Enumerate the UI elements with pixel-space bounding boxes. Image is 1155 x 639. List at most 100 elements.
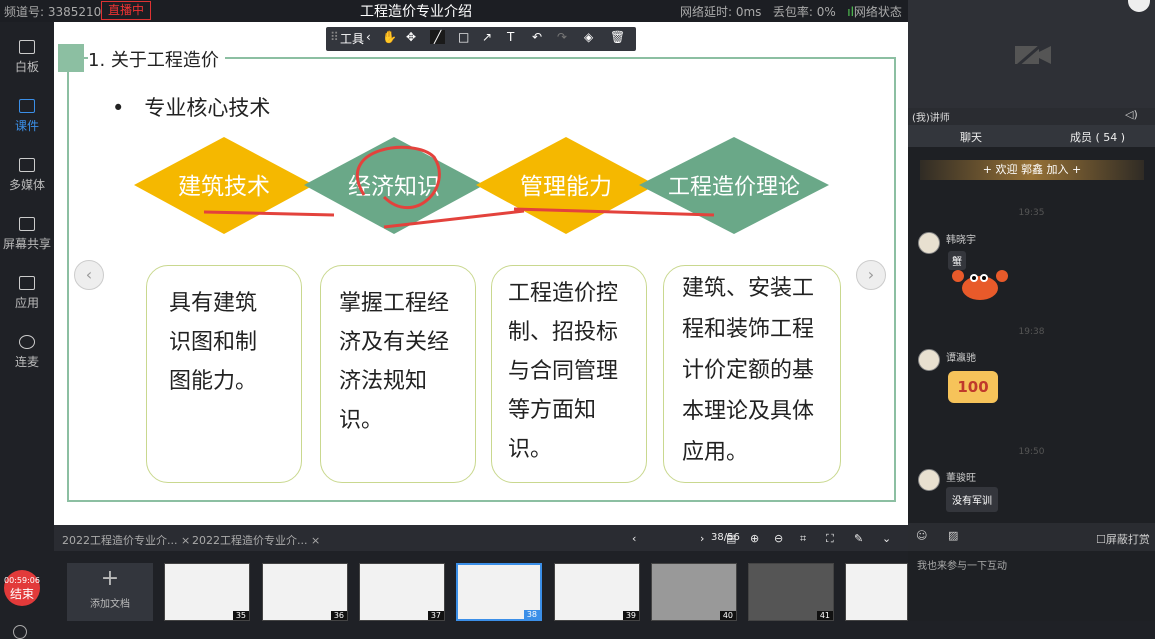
sidebar: 白板 课件 多媒体 屏幕共享 应用 连麦 00:59:06 结束 [0, 22, 54, 639]
end-live-button[interactable]: 00:59:06 结束 [4, 570, 40, 606]
chat-time: 19:35 [1018, 208, 1045, 218]
block-reward-checkbox[interactable]: ☐屏蔽打赏 [1096, 531, 1150, 547]
chat-username: 董骏旺 [946, 473, 976, 484]
doc-tab-2[interactable]: 2022工程造价专业介... × [192, 532, 320, 548]
sidebar-item-apps[interactable]: 应用 [0, 260, 54, 316]
play-icon [19, 158, 35, 172]
slide-heading: 1. 关于工程造价 [88, 46, 225, 72]
arrow-icon[interactable]: ↗ [482, 30, 492, 44]
slide-canvas[interactable]: 1. 关于工程造价 • 专业核心技术 ⠿ 工具 ‹ ✋ ✥ ╱ □ ↗ T ↶ … [54, 22, 908, 525]
annotation-toolbar: ⠿ 工具 ‹ ✋ ✥ ╱ □ ↗ T ↶ ↷ ◈ 🗑 [326, 27, 636, 51]
fit-icon[interactable]: ⌗ [800, 532, 806, 546]
diamond-label-2: 经济知识 [348, 174, 440, 200]
whiteboard-icon [19, 40, 35, 54]
pen-icon[interactable]: ╱ [430, 30, 446, 44]
redo-icon[interactable]: ↷ [557, 30, 567, 44]
live-badge: 直播中 [101, 1, 152, 20]
thumbnail-37[interactable]: 37 [359, 563, 445, 621]
chat-username: 谭瀛驰 [946, 353, 976, 364]
thumbnail-35[interactable]: 35 [164, 563, 250, 621]
speaker-icon[interactable]: ◁) [1125, 108, 1138, 121]
chat-time: 19:38 [1018, 327, 1045, 337]
avatar[interactable] [918, 349, 940, 371]
thumbnail-strip: + 添加文档 35 36 37 38 39 40 41 [54, 551, 908, 621]
move-icon[interactable]: ✥ [406, 30, 416, 44]
camera-off-icon [1015, 38, 1051, 68]
thumbnail-42[interactable] [845, 563, 908, 621]
diamond-label-1: 建筑技术 [178, 174, 270, 200]
eraser-icon[interactable]: ◈ [584, 30, 593, 44]
welcome-banner: + 欢迎 郭鑫 加入 + [920, 160, 1144, 180]
fullscreen-icon[interactable]: ⛶ [826, 532, 834, 546]
slide-bullet: • 专业核心技术 [112, 96, 271, 120]
courseware-icon [19, 99, 35, 113]
diamond-label-4: 工程造价理论 [668, 175, 800, 200]
thumbnail-36[interactable]: 36 [262, 563, 348, 621]
sidebar-item-media[interactable]: 多媒体 [0, 142, 54, 198]
tool-label: 工具 [340, 32, 365, 46]
avatar[interactable] [918, 232, 940, 254]
prev-page-icon[interactable]: ‹ [632, 532, 636, 545]
thumbnail-39[interactable]: 39 [554, 563, 640, 621]
chat-username: 韩晓宇 [946, 235, 976, 246]
avatar[interactable] [918, 469, 940, 491]
slide-tab-marker [58, 44, 84, 72]
network-status[interactable]: 网络状态 [854, 5, 902, 19]
chat-input[interactable]: 我也来参与一下互动 [908, 551, 1155, 621]
collapse-chevron-icon[interactable]: ‹ [366, 30, 371, 44]
tab-chat[interactable]: 聊天 [960, 129, 982, 145]
network-delay: 网络延时: 0ms [680, 5, 762, 19]
page-title: 工程造价专业介绍 [360, 4, 472, 20]
drag-handle-icon[interactable]: ⠿ [330, 30, 339, 44]
chat-list[interactable]: + 欢迎 郭鑫 加入 + 19:35 韩晓宇 蟹 19:38 谭瀛驰 100 1… [908, 147, 1155, 523]
emoji-icon[interactable]: ☺ [916, 529, 927, 542]
add-document-button[interactable]: + 添加文档 [67, 563, 153, 621]
crab-sticker-icon [952, 270, 1008, 300]
right-panel: (我)讲师 ◁) 聊天 成员 ( 54 ) + 欢迎 郭鑫 加入 + 19:35… [908, 0, 1155, 621]
score-100-sticker: 100 [948, 371, 998, 403]
content-box-3: 工程造价控 制、招投标 与合同管理 等方面知识。 [491, 265, 647, 483]
thumbnail-41[interactable]: 41 [748, 563, 834, 621]
content-box-1: 具有建筑 识图和制 图能力。 [146, 265, 302, 483]
apps-grid-icon [19, 276, 35, 290]
chat-message: 没有军训 [946, 487, 998, 512]
rectangle-icon[interactable]: □ [458, 30, 469, 44]
teacher-label: (我)讲师 [912, 113, 950, 124]
thumbnail-38[interactable]: 38 [456, 563, 542, 621]
thumbnail-40[interactable]: 40 [651, 563, 737, 621]
diamond-row: 建筑技术 经济知识 管理能力 工程造价理论 [134, 137, 829, 234]
phone-icon [19, 335, 35, 349]
sidebar-item-screen-share[interactable]: 屏幕共享 [0, 201, 54, 257]
undo-icon[interactable]: ↶ [532, 30, 542, 44]
hand-icon[interactable]: ✋ [382, 30, 397, 44]
collapse-thumbs-icon[interactable]: ⌄ [882, 532, 891, 545]
channel-number: 频道号: 3385210 [4, 5, 102, 19]
next-page-icon[interactable]: › [700, 532, 704, 545]
text-icon[interactable]: T [507, 30, 514, 44]
top-bar: 频道号: 3385210 直播中 工程造价专业介绍 网络延时: 0ms 丢包率:… [0, 0, 908, 22]
sidebar-item-courseware[interactable]: 课件 [0, 83, 54, 139]
sidebar-item-call[interactable]: 连麦 [0, 319, 54, 375]
content-box-4: 建筑、安装工 程和装饰工程 计价定额的基 本理论及具体 应用。 [663, 265, 841, 483]
packet-loss: 丢包率: 0% [772, 5, 836, 19]
plus-icon: + [100, 566, 120, 591]
network-info: 网络延时: 0ms 丢包率: 0% ıl网络状态 [680, 5, 902, 19]
chat-time: 19:50 [1018, 447, 1045, 457]
trash-icon[interactable]: 🗑 [610, 30, 625, 44]
settings-gear-icon[interactable] [13, 625, 27, 639]
next-slide-button[interactable]: › [856, 260, 886, 290]
annotate-toggle-icon[interactable]: ✎ [854, 532, 863, 545]
chat-input-toolbar: ☺ ▨ ☐屏蔽打赏 [908, 525, 1155, 551]
document-tabs: 2022工程造价专业介... × 2022工程造价专业介... × ‹ 38/5… [54, 525, 908, 551]
notes-icon[interactable]: ▤ [726, 532, 736, 545]
prev-slide-button[interactable]: ‹ [74, 260, 104, 290]
zoom-out-icon[interactable]: ⊖ [774, 532, 783, 545]
tab-members[interactable]: 成员 ( 54 ) [1070, 129, 1125, 145]
chat-tabs: 聊天 成员 ( 54 ) [908, 125, 1155, 147]
image-icon[interactable]: ▨ [948, 529, 958, 542]
diamond-label-3: 管理能力 [520, 174, 612, 200]
sidebar-item-whiteboard[interactable]: 白板 [0, 24, 54, 80]
screen-share-icon [19, 217, 35, 231]
doc-tab-1[interactable]: 2022工程造价专业介... × [62, 532, 190, 548]
zoom-in-icon[interactable]: ⊕ [750, 532, 759, 545]
